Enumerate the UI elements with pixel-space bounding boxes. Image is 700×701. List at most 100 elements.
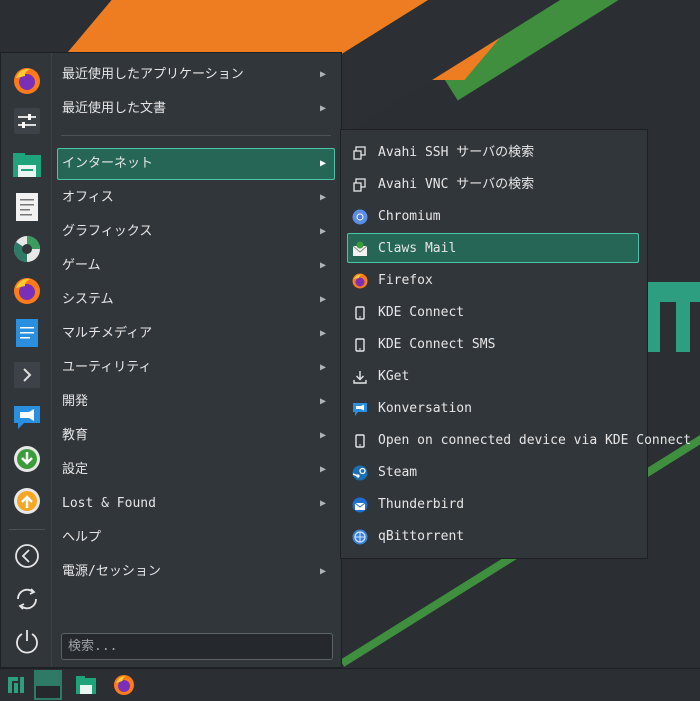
steam-icon bbox=[352, 465, 368, 481]
konversation-icon bbox=[352, 401, 368, 417]
app-thunderbird[interactable]: Thunderbird bbox=[347, 489, 639, 519]
category-graphics[interactable]: グラフィックス ▶ bbox=[57, 216, 335, 248]
category-list: 最近使用したアプリケーション ▶ 最近使用した文書 ▶ インターネット ▶ オフィス ▶… bbox=[57, 59, 335, 590]
upload-icon[interactable] bbox=[11, 485, 43, 517]
favorites-sidebar bbox=[1, 53, 52, 667]
category-recent-documents[interactable]: 最近使用した文書 ▶ bbox=[57, 93, 335, 125]
file-manager-icon[interactable] bbox=[11, 149, 43, 181]
category-system[interactable]: システム ▶ bbox=[57, 284, 335, 316]
chevron-right-icon: ▶ bbox=[319, 103, 326, 114]
phone-icon bbox=[352, 433, 368, 449]
firefox-icon[interactable] bbox=[11, 65, 43, 97]
app-label: KDE Connect SMS bbox=[378, 337, 496, 352]
category-label: 電源/セッション bbox=[62, 564, 161, 579]
chevron-right-icon: ▶ bbox=[319, 69, 326, 80]
application-launcher-menu: 最近使用したアプリケーション ▶ 最近使用した文書 ▶ インターネット ▶ オフィス ▶… bbox=[0, 52, 342, 668]
chevron-right-icon: ▶ bbox=[319, 294, 326, 305]
chevron-right-icon: ▶ bbox=[319, 328, 326, 339]
chevron-right-icon: ▶ bbox=[319, 260, 326, 271]
app-chromium[interactable]: Chromium bbox=[347, 201, 639, 231]
settings-sliders-icon[interactable] bbox=[11, 105, 43, 137]
phone-icon bbox=[352, 337, 368, 353]
konversation-icon[interactable] bbox=[11, 401, 43, 433]
chevron-right-icon: ▶ bbox=[319, 362, 326, 373]
category-label: ヘルプ bbox=[62, 530, 102, 545]
phone-icon bbox=[352, 305, 368, 321]
category-label: Lost & Found bbox=[62, 496, 156, 511]
app-label: Open on connected device via KDE Connect bbox=[378, 433, 692, 448]
category-recent-applications[interactable]: 最近使用したアプリケーション ▶ bbox=[57, 59, 335, 91]
kget-download-icon bbox=[352, 369, 368, 385]
search-input[interactable] bbox=[61, 633, 333, 660]
firefox-icon[interactable] bbox=[11, 275, 43, 307]
thunderbird-icon bbox=[352, 497, 368, 513]
category-label: オフィス bbox=[62, 190, 114, 205]
chevron-right-icon: ▶ bbox=[319, 464, 326, 475]
category-settings[interactable]: 設定 ▶ bbox=[57, 454, 335, 486]
category-development[interactable]: 開発 ▶ bbox=[57, 386, 335, 418]
qbittorrent-icon bbox=[352, 529, 368, 545]
chevron-right-icon: ▶ bbox=[319, 192, 326, 203]
category-label: 設定 bbox=[62, 462, 89, 477]
category-multimedia[interactable]: マルチメディア ▶ bbox=[57, 318, 335, 350]
app-open-on-connected-device[interactable]: Open on connected device via KDE Connect bbox=[347, 425, 691, 455]
app-label: Claws Mail bbox=[378, 241, 457, 256]
category-label: インターネット bbox=[62, 156, 154, 171]
category-label: 最近使用した文書 bbox=[62, 101, 167, 116]
document-writer-icon[interactable] bbox=[11, 317, 43, 349]
category-utilities[interactable]: ユーティリティ ▶ bbox=[57, 352, 335, 384]
back-icon[interactable] bbox=[11, 540, 43, 572]
app-claws-mail[interactable]: Claws Mail bbox=[347, 233, 639, 263]
app-qbittorrent[interactable]: qBittorrent bbox=[347, 521, 639, 551]
manjaro-menu-icon[interactable] bbox=[2, 671, 30, 699]
app-avahi-vnc[interactable]: Avahi VNC サーバの検索 bbox=[347, 169, 639, 199]
category-help[interactable]: ヘルプ bbox=[57, 522, 335, 554]
firefox-icon[interactable] bbox=[110, 671, 138, 699]
app-label: Chromium bbox=[378, 209, 441, 224]
remote-desktop-icon bbox=[352, 145, 368, 161]
app-label: KGet bbox=[378, 369, 410, 384]
file-manager-icon[interactable] bbox=[72, 671, 100, 699]
app-label: Avahi SSH サーバの検索 bbox=[378, 145, 535, 160]
app-kde-connect-sms[interactable]: KDE Connect SMS bbox=[347, 329, 639, 359]
app-avahi-ssh[interactable]: Avahi SSH サーバの検索 bbox=[347, 137, 639, 167]
category-games[interactable]: ゲーム ▶ bbox=[57, 250, 335, 282]
app-label: Thunderbird bbox=[378, 497, 465, 512]
category-power-session[interactable]: 電源/セッション ▶ bbox=[57, 556, 335, 588]
terminal-icon[interactable] bbox=[11, 359, 43, 391]
category-education[interactable]: 教育 ▶ bbox=[57, 420, 335, 452]
app-kde-connect[interactable]: KDE Connect bbox=[347, 297, 639, 327]
power-icon[interactable] bbox=[11, 625, 43, 657]
category-label: システム bbox=[62, 292, 114, 307]
restart-icon[interactable] bbox=[11, 583, 43, 615]
chevron-right-icon: ▶ bbox=[319, 498, 326, 509]
category-lost-and-found[interactable]: Lost & Found ▶ bbox=[57, 488, 335, 520]
app-firefox[interactable]: Firefox bbox=[347, 265, 639, 295]
category-label: マルチメディア bbox=[62, 326, 153, 341]
app-steam[interactable]: Steam bbox=[347, 457, 639, 487]
app-label: Avahi VNC サーバの検索 bbox=[378, 177, 535, 192]
category-office[interactable]: オフィス ▶ bbox=[57, 182, 335, 214]
download-icon[interactable] bbox=[11, 443, 43, 475]
chevron-right-icon: ▶ bbox=[319, 396, 326, 407]
category-label: 開発 bbox=[62, 394, 89, 409]
internet-submenu: Avahi SSH サーバの検索 Avahi VNC サーバの検索 Chromi… bbox=[340, 129, 691, 559]
favorites-separator bbox=[9, 529, 45, 530]
text-editor-icon[interactable] bbox=[11, 191, 43, 223]
app-konversation[interactable]: Konversation bbox=[347, 393, 639, 423]
app-kget[interactable]: KGet bbox=[347, 361, 639, 391]
disk-usage-icon[interactable] bbox=[11, 233, 43, 265]
category-internet[interactable]: インターネット ▶ bbox=[57, 148, 335, 180]
category-label: グラフィックス bbox=[62, 224, 153, 239]
category-label: ゲーム bbox=[62, 258, 101, 273]
desktop-pager-icon[interactable] bbox=[34, 670, 62, 700]
app-label: Firefox bbox=[378, 273, 433, 288]
chevron-right-icon: ▶ bbox=[319, 566, 326, 577]
category-separator bbox=[61, 135, 331, 136]
app-label: Konversation bbox=[378, 401, 472, 416]
category-label: 教育 bbox=[62, 428, 89, 443]
firefox-icon bbox=[352, 273, 368, 289]
category-label: ユーティリティ bbox=[62, 360, 152, 375]
chromium-icon bbox=[352, 209, 368, 225]
chevron-right-icon: ▶ bbox=[319, 158, 326, 169]
